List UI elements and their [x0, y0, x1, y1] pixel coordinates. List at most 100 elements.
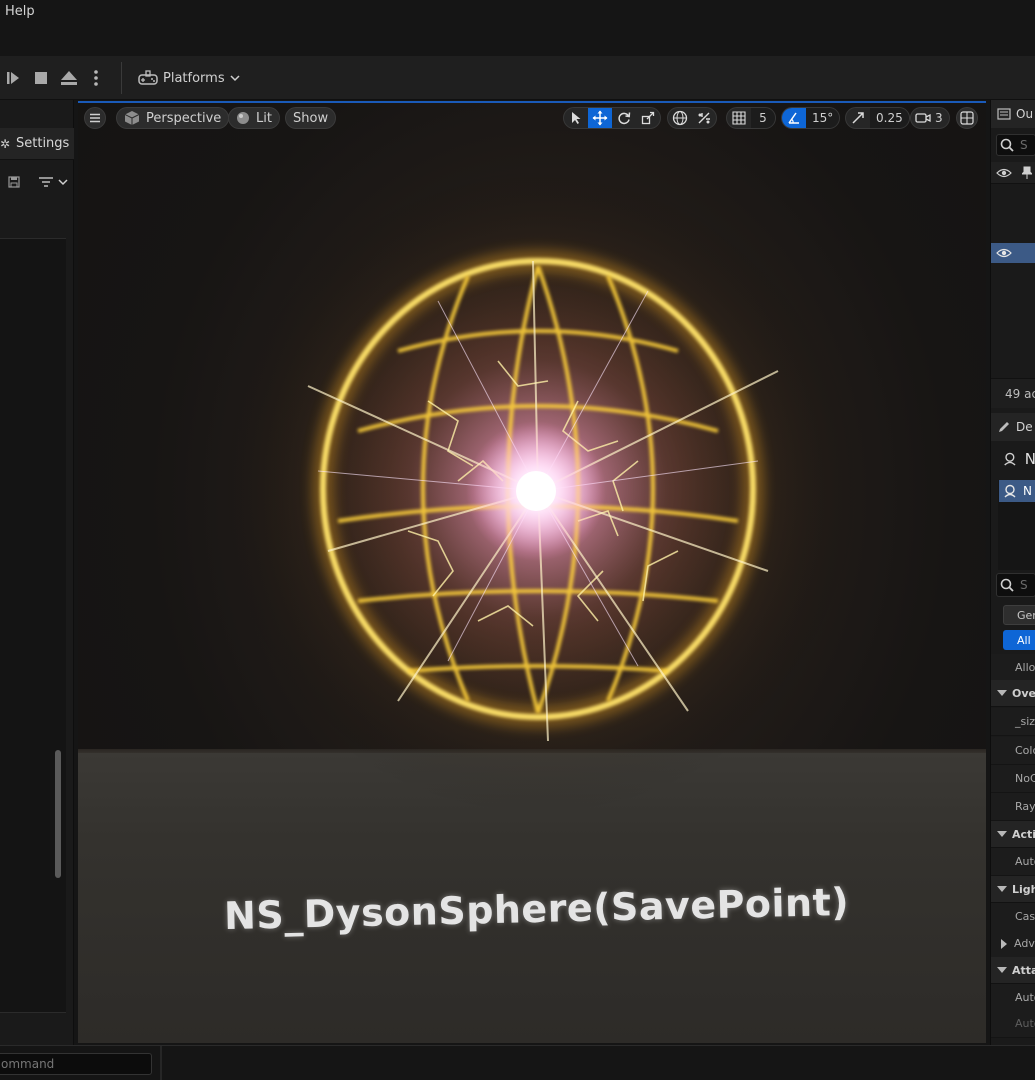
- skip-frame-button[interactable]: [2, 67, 24, 89]
- translate-mode-button[interactable]: [588, 108, 612, 128]
- viewport-options-button[interactable]: [84, 107, 106, 129]
- tab-details[interactable]: De: [991, 413, 1035, 441]
- perspective-button[interactable]: Perspective: [116, 107, 230, 129]
- rotation-snap-group: 15°: [781, 107, 841, 129]
- settings-tab-label: Settings: [16, 136, 70, 151]
- component-tree: N: [998, 480, 1035, 570]
- details-property-row[interactable]: Adv: [991, 930, 1035, 958]
- expand-arrow-icon[interactable]: [997, 831, 1007, 837]
- outliner-actor-count: 49 ac: [991, 378, 1035, 408]
- expand-arrow-icon[interactable]: [997, 967, 1007, 973]
- details-row-label: Auto: [1015, 991, 1035, 1004]
- niagara-component-icon: [1004, 484, 1016, 498]
- details-property-row[interactable]: Auto: [991, 984, 1035, 1012]
- select-mode-button[interactable]: [564, 108, 588, 128]
- pin-icon[interactable]: [1022, 166, 1032, 180]
- status-bar-divider: [160, 1046, 162, 1080]
- details-row-label: Allov: [1015, 661, 1035, 674]
- eye-icon[interactable]: [996, 167, 1012, 179]
- details-tab-label: De: [1016, 420, 1033, 434]
- camera-speed-value: 3: [935, 111, 943, 125]
- details-property-row[interactable]: Ray: [991, 793, 1035, 821]
- scale-mode-button[interactable]: [636, 108, 660, 128]
- gear-icon: ✲: [0, 136, 11, 151]
- surface-snap-icon: [698, 112, 710, 124]
- details-row-label: Ove: [1012, 686, 1035, 700]
- rotation-snap-value[interactable]: 15°: [806, 108, 840, 128]
- scale-snap-value[interactable]: 0.25: [870, 108, 909, 128]
- expand-arrow-icon[interactable]: [997, 886, 1007, 892]
- filter-all-button[interactable]: All: [1003, 630, 1035, 650]
- lit-label: Lit: [256, 110, 272, 126]
- skip-frame-icon: [7, 72, 19, 84]
- show-button[interactable]: Show: [285, 107, 337, 129]
- outliner-tab-label: Ou: [1016, 107, 1034, 121]
- details-row-label: _siz: [1015, 715, 1035, 728]
- rotate-mode-button[interactable]: [612, 108, 636, 128]
- grid-snap-toggle[interactable]: [727, 108, 751, 128]
- world-space-button[interactable]: [668, 108, 692, 128]
- details-property-row[interactable]: _siz: [991, 708, 1035, 736]
- console-command-input[interactable]: [0, 1053, 152, 1075]
- details-category[interactable]: Ove: [991, 680, 1035, 707]
- details-search-input[interactable]: S: [996, 573, 1035, 597]
- outliner-search-input[interactable]: S: [996, 134, 1035, 156]
- tab-outliner[interactable]: Ou: [991, 100, 1035, 128]
- filter-general-button[interactable]: Gen: [1003, 605, 1035, 625]
- globe-icon: [672, 110, 688, 126]
- save-icon[interactable]: [8, 176, 20, 188]
- view-mode-button[interactable]: Lit: [228, 107, 280, 129]
- grid-snap-value[interactable]: 5: [751, 108, 775, 128]
- scale-icon: [641, 111, 655, 125]
- details-property-row[interactable]: NoC: [991, 765, 1035, 793]
- outliner-selected-row[interactable]: [991, 243, 1035, 263]
- show-label: Show: [293, 110, 329, 126]
- hamburger-menu-icon: [90, 113, 100, 123]
- details-row-label: Acti: [1012, 827, 1035, 841]
- scale-arrow-icon: [852, 112, 864, 124]
- viewport-layout-button[interactable]: [956, 107, 978, 129]
- menu-help[interactable]: Help: [5, 4, 35, 19]
- details-property-row[interactable]: Allov: [991, 654, 1035, 682]
- toolbar-divider: [121, 62, 122, 94]
- details-row-label: Atta: [1012, 963, 1035, 977]
- tab-settings[interactable]: ✲ Settings: [0, 128, 74, 160]
- camera-speed-button[interactable]: [911, 108, 935, 128]
- dyson-sphere-effect[interactable]: [78, 101, 986, 821]
- perspective-label: Perspective: [146, 110, 222, 126]
- left-panel: ✲ Settings: [0, 100, 74, 1045]
- chevron-down-icon[interactable]: [58, 178, 68, 186]
- coordinate-space-group: [667, 107, 717, 129]
- details-property-row[interactable]: Auto: [991, 1010, 1035, 1038]
- details-category[interactable]: Atta: [991, 957, 1035, 984]
- rotation-snap-toggle[interactable]: [782, 108, 806, 128]
- scale-snap-toggle[interactable]: [846, 108, 870, 128]
- details-category[interactable]: Acti: [991, 821, 1035, 848]
- left-panel-scrollbar[interactable]: [55, 750, 61, 878]
- actor-icon: [1004, 452, 1016, 466]
- details-row-label: Colc: [1015, 744, 1035, 757]
- play-options-menu-button[interactable]: [87, 67, 105, 89]
- outliner-icon: [997, 108, 1011, 120]
- eject-button[interactable]: [57, 67, 81, 89]
- status-bar: [0, 1045, 1035, 1080]
- platforms-button[interactable]: Platforms: [138, 67, 240, 89]
- details-property-row[interactable]: Auto: [991, 848, 1035, 876]
- surface-snap-button[interactable]: [692, 108, 716, 128]
- menu-bar: Help: [0, 0, 1035, 56]
- component-name: N: [1023, 484, 1032, 498]
- stop-button[interactable]: [30, 67, 52, 89]
- filter-icon[interactable]: [38, 176, 54, 188]
- details-category[interactable]: Ligh: [991, 876, 1035, 903]
- eye-icon[interactable]: [996, 247, 1012, 259]
- expand-arrow-icon[interactable]: [997, 690, 1007, 696]
- level-viewport[interactable]: Perspective Lit Show 5 15° 0.25 3 NS_Dys…: [78, 101, 986, 1043]
- camera-icon: [915, 113, 931, 123]
- details-row-label: Ligh: [1012, 882, 1035, 896]
- details-property-row[interactable]: Cast: [991, 903, 1035, 931]
- collapse-arrow-icon[interactable]: [1001, 938, 1007, 949]
- details-actor-name: N: [1024, 450, 1035, 468]
- details-property-row[interactable]: Colc: [991, 737, 1035, 765]
- component-tree-item[interactable]: N: [999, 480, 1035, 502]
- angle-icon: [788, 112, 799, 124]
